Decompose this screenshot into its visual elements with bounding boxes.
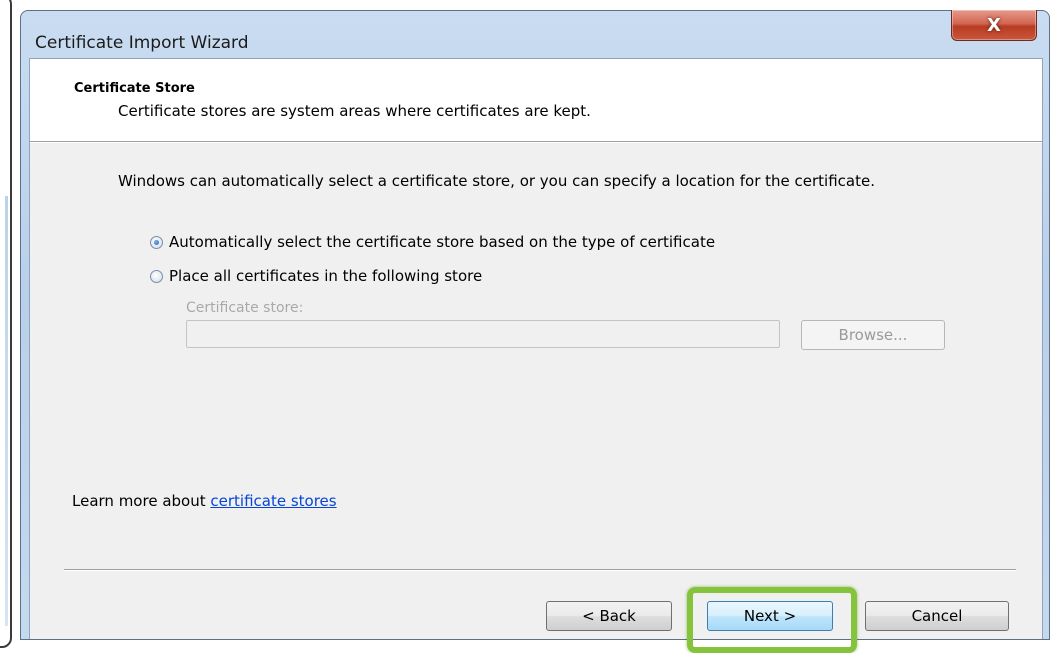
- certificate-stores-link[interactable]: certificate stores: [210, 492, 336, 510]
- learn-more-prefix: Learn more about: [72, 492, 211, 510]
- close-icon: X: [987, 14, 1001, 36]
- wizard-header: Certificate Store Certificate stores are…: [30, 59, 1042, 141]
- close-button[interactable]: X: [951, 10, 1037, 41]
- window-title: Certificate Import Wizard: [35, 33, 249, 53]
- back-button[interactable]: < Back: [546, 601, 672, 631]
- cancel-button[interactable]: Cancel: [865, 601, 1009, 631]
- background-window-edge: [0, 0, 12, 648]
- radio-option-manual-store[interactable]: Place all certificates in the following …: [150, 267, 482, 285]
- intro-text: Windows can automatically select a certi…: [118, 172, 875, 190]
- radio-button-unselected[interactable]: [150, 269, 163, 283]
- browse-button[interactable]: Browse...: [801, 320, 945, 350]
- page-title: Certificate Store: [74, 81, 195, 96]
- certificate-store-field[interactable]: [186, 320, 780, 348]
- radio-option-automatic[interactable]: Automatically select the certificate sto…: [150, 233, 715, 251]
- next-button[interactable]: Next >: [707, 601, 833, 631]
- radio-label-automatic[interactable]: Automatically select the certificate sto…: [169, 233, 715, 251]
- radio-label-manual-store[interactable]: Place all certificates in the following …: [169, 267, 482, 285]
- page-description: Certificate stores are system areas wher…: [118, 102, 591, 120]
- footer-divider: [64, 569, 1016, 571]
- certificate-store-label: Certificate store:: [186, 300, 304, 316]
- certificate-import-wizard-dialog: Certificate Import Wizard X Certificate …: [20, 10, 1050, 653]
- learn-more-text: Learn more about certificate stores: [72, 492, 337, 510]
- title-bar[interactable]: Certificate Import Wizard X: [21, 10, 1049, 57]
- radio-button-selected[interactable]: [150, 235, 163, 249]
- header-divider: [30, 141, 1042, 143]
- dialog-client-area: Certificate Store Certificate stores are…: [29, 58, 1043, 653]
